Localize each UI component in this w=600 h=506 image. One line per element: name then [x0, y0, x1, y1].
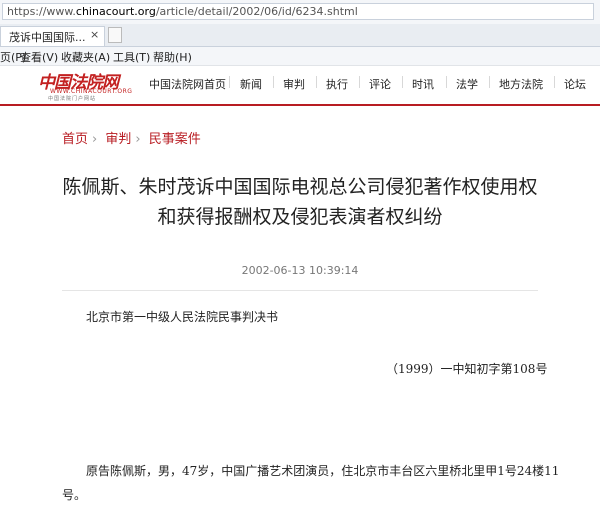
- nav-divider: [554, 76, 555, 88]
- menu-favorites[interactable]: 收藏夹(A): [61, 49, 110, 65]
- breadcrumb-civil-cases[interactable]: 民事案件: [149, 132, 201, 147]
- breadcrumb: 首页 › 审判 › 民事案件: [62, 128, 205, 147]
- nav-home[interactable]: 中国法院网首页: [149, 76, 226, 92]
- nav-forum[interactable]: 论坛: [564, 76, 586, 92]
- nav-bulletins[interactable]: 时讯: [412, 76, 434, 92]
- nav-trial[interactable]: 审判: [283, 76, 305, 92]
- address-bar: https://www.chinacourt.org/article/detai…: [0, 0, 600, 25]
- close-icon[interactable]: ×: [90, 28, 99, 41]
- paragraph-line: 号。: [62, 488, 87, 502]
- menu-view[interactable]: 查看(V): [20, 49, 58, 65]
- content-divider: [62, 290, 538, 291]
- site-header: 中国法院网 WWW.CHINACOURT.ORG 中国法院门户网站 中国法院网首…: [0, 66, 600, 104]
- nav-news[interactable]: 新闻: [240, 76, 262, 92]
- url-field[interactable]: https://www.chinacourt.org/article/detai…: [2, 3, 594, 20]
- nav-divider: [446, 76, 447, 88]
- nav-divider: [316, 76, 317, 88]
- nav-local-courts[interactable]: 地方法院: [499, 76, 543, 92]
- nav-law-studies[interactable]: 法学: [456, 76, 478, 92]
- browser-tab[interactable]: 茂诉中国国际... ×: [0, 26, 105, 46]
- nav-divider: [402, 76, 403, 88]
- nav-divider: [489, 76, 490, 88]
- tab-strip: 茂诉中国国际... ×: [0, 24, 600, 47]
- nav-divider: [229, 76, 230, 88]
- menu-tools[interactable]: 工具(T): [113, 49, 150, 65]
- nav-divider: [273, 76, 274, 88]
- breadcrumb-separator: ›: [135, 132, 141, 147]
- title-line-2: 和获得报酬权及侵犯表演者权纠纷: [157, 206, 443, 228]
- tab-title: 茂诉中国国际...: [9, 31, 86, 44]
- nav-divider: [359, 76, 360, 88]
- breadcrumb-separator: ›: [92, 132, 98, 147]
- title-line-1: 陈佩斯、朱时茂诉中国国际电视总公司侵犯著作权使用权: [62, 176, 538, 198]
- logo-subtitle: 中国法院门户网站: [48, 96, 97, 102]
- header-divider: [0, 104, 600, 106]
- case-number: （1999）一中知初字第108号: [386, 362, 548, 376]
- logo-domain: WWW.CHINACOURT.ORG: [50, 88, 133, 95]
- new-tab-icon[interactable]: [108, 27, 122, 43]
- nav-commentary[interactable]: 评论: [369, 76, 391, 92]
- site-logo[interactable]: 中国法院网 WWW.CHINACOURT.ORG 中国法院门户网站: [38, 68, 132, 102]
- menu-bar: 页(P) 查看(V) 收藏夹(A) 工具(T) 帮助(H): [0, 47, 600, 66]
- breadcrumb-trial[interactable]: 审判: [105, 132, 131, 147]
- nav-enforcement[interactable]: 执行: [326, 76, 348, 92]
- paragraph-line: 原告陈佩斯，男，47岁，中国广播艺术团演员，住北京市丰台区六里桥北里甲1号24楼…: [86, 464, 560, 478]
- breadcrumb-home[interactable]: 首页: [62, 132, 88, 147]
- publish-date: 2002-06-13 10:39:14: [241, 264, 359, 277]
- url-text: https://www.chinacourt.org/article/detai…: [7, 5, 358, 18]
- court-heading: 北京市第一中级人民法院民事判决书: [86, 310, 279, 324]
- menu-help[interactable]: 帮助(H): [153, 49, 192, 65]
- article-title: 陈佩斯、朱时茂诉中国国际电视总公司侵犯著作权使用权 和获得报酬权及侵犯表演者权纠…: [0, 172, 600, 232]
